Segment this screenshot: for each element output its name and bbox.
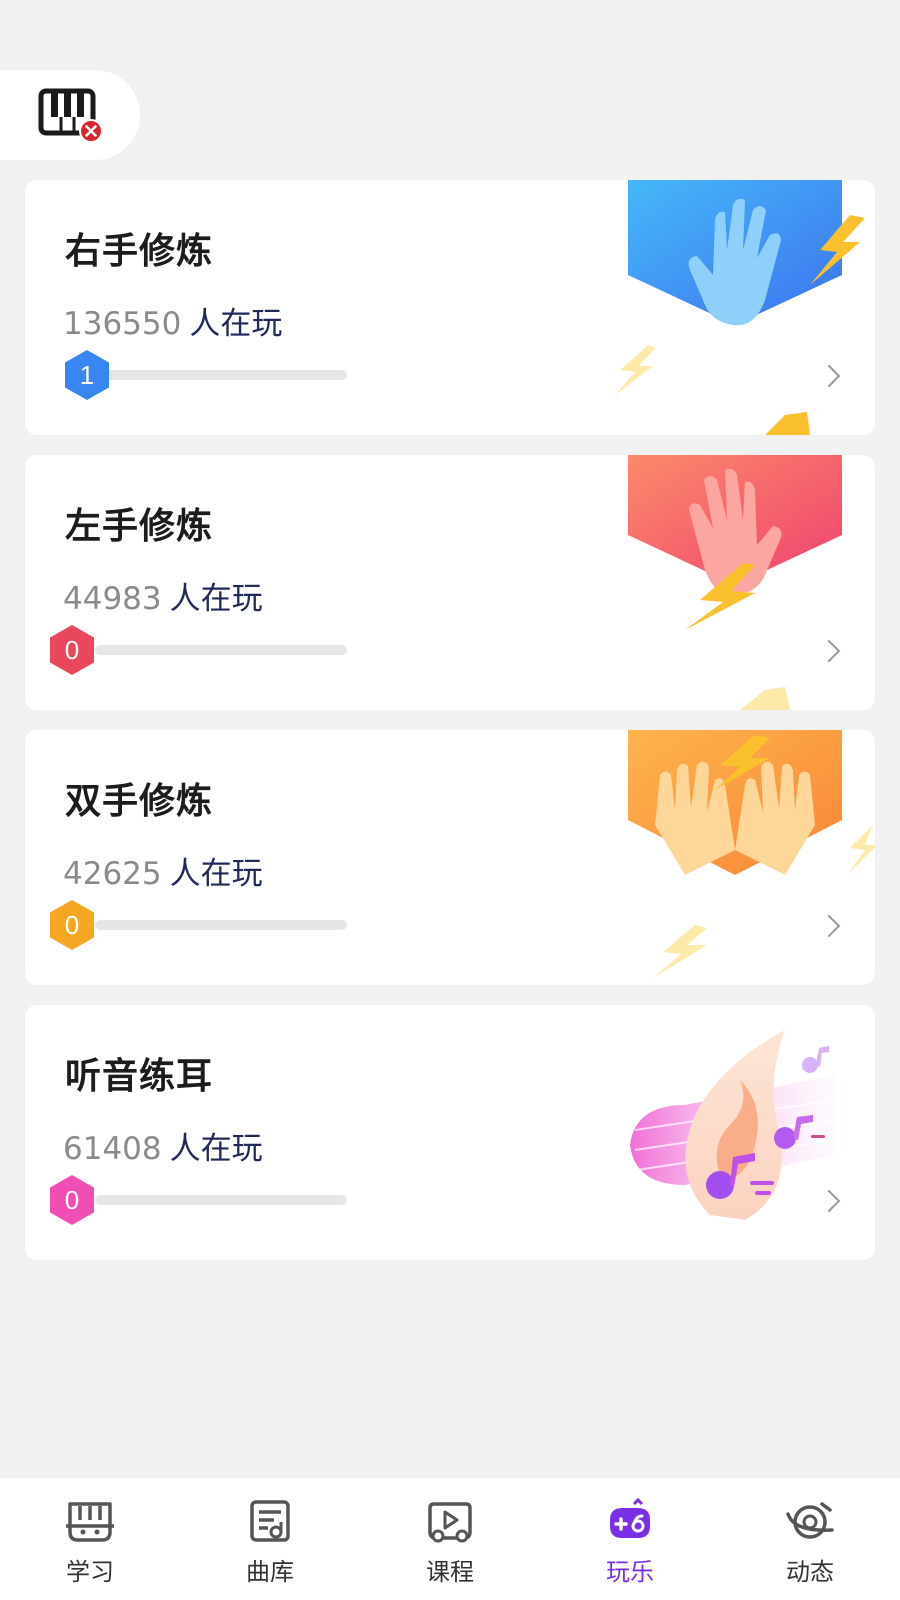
level-badge: 0: [50, 625, 94, 675]
tab-song-library[interactable]: 曲库: [180, 1478, 360, 1600]
level-badge: 0: [50, 900, 94, 950]
tab-label: 动态: [786, 1558, 834, 1586]
tab-label: 课程: [426, 1558, 474, 1586]
study-icon: [66, 1502, 114, 1542]
player-count: 61408 人在玩: [63, 1131, 263, 1167]
tab-label: 玩乐: [606, 1558, 654, 1586]
game-card-ear-training[interactable]: 听音练耳 61408 人在玩 0: [25, 1005, 875, 1260]
progress-track: [95, 645, 347, 655]
card-title: 左手修炼: [65, 506, 214, 547]
tab-play[interactable]: 玩乐: [540, 1478, 720, 1600]
level-badge: 0: [50, 1175, 94, 1225]
tab-label: 曲库: [246, 1558, 294, 1586]
progress-track: [95, 370, 347, 380]
game-icon: [610, 1498, 650, 1538]
player-count: 44983 人在玩: [63, 581, 263, 617]
both-hands-icon: [628, 730, 875, 978]
tab-study[interactable]: 学习: [0, 1478, 180, 1600]
song-library-icon: [250, 1500, 290, 1542]
card-title: 右手修炼: [65, 231, 214, 272]
progress-track: [95, 1195, 347, 1205]
tab-label: 学习: [66, 1558, 114, 1586]
left-hand-icon: [628, 455, 842, 710]
feed-icon: [786, 1502, 834, 1539]
game-card-right-hand[interactable]: 右手修炼 136550 人在玩 1: [25, 180, 875, 435]
player-count: 136550 人在玩: [63, 306, 283, 342]
game-card-left-hand[interactable]: 左手修炼 44983 人在玩 0: [25, 455, 875, 710]
bottom-tab-bar: 学习 曲库 课程 玩乐 动态: [0, 1478, 900, 1600]
tab-course[interactable]: 课程: [360, 1478, 540, 1600]
piano-disconnected-icon: [38, 88, 103, 143]
progress-track: [95, 920, 347, 930]
right-hand-icon: [615, 180, 865, 435]
card-title: 双手修炼: [65, 781, 214, 822]
player-count: 42625 人在玩: [63, 856, 263, 892]
course-icon: [428, 1502, 472, 1543]
tab-feed[interactable]: 动态: [720, 1478, 900, 1600]
level-badge: 1: [65, 350, 109, 400]
card-title: 听音练耳: [65, 1056, 214, 1097]
game-card-both-hands[interactable]: 双手修炼 42625 人在玩 0: [25, 730, 875, 985]
piano-connection-button[interactable]: [0, 70, 140, 160]
music-notes-icon: [630, 1030, 836, 1220]
